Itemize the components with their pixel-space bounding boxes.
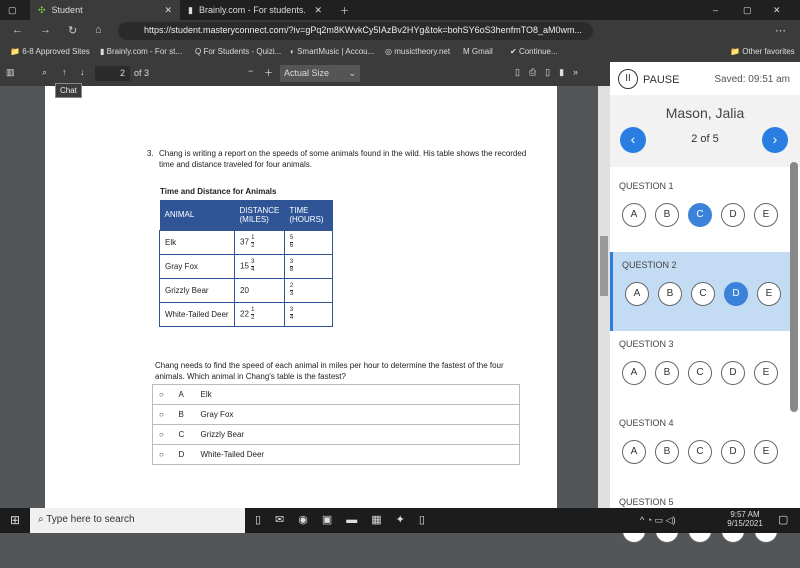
answer-option-c[interactable]: ○ C Grizzly Bear [152, 424, 520, 445]
windows-icon[interactable]: ⊞ [10, 513, 20, 527]
answer-choice-c[interactable]: C [688, 440, 712, 464]
other-favorites[interactable]: 📁 Other favorites [730, 47, 795, 56]
table-row: Elk 37 1256 [159, 229, 334, 255]
table-row: White-Tailed Deer 22 1234 [159, 301, 334, 327]
bookmark[interactable]: ◎ musictheory.net [385, 47, 450, 56]
answer-choice-d[interactable]: D [721, 203, 745, 227]
table-row: Gray Fox 15 3438 [159, 253, 334, 279]
pause-button[interactable]: PAUSE [643, 74, 679, 86]
answer-choice-b[interactable]: B [655, 203, 679, 227]
answer-choice-c[interactable]: C [688, 203, 712, 227]
address-bar-row: ← → ↻ ⌂ https://student.masteryconnect.c… [0, 20, 800, 42]
page-count: of 3 [134, 68, 150, 78]
bookmark[interactable]: 📁 6-8 Approved Sites [10, 47, 90, 56]
answer-choice-d[interactable]: D [721, 361, 745, 385]
radio-button[interactable]: ○ [152, 424, 173, 445]
next-question-button[interactable]: › [762, 127, 788, 153]
table-title: Time and Distance for Animals [160, 187, 277, 196]
answer-choice-d[interactable]: D [724, 282, 748, 306]
bookmark[interactable]: ▮ Brainly.com - For st... [100, 47, 182, 56]
tab-brainly[interactable]: ▮Brainly.com - For students. By st✕ [180, 0, 330, 20]
close-window-button[interactable]: ✕ [765, 0, 789, 20]
radio-button[interactable]: ○ [152, 444, 173, 465]
answer-choice-c[interactable]: C [691, 282, 715, 306]
new-tab-button[interactable]: ＋ [332, 0, 357, 20]
answer-choice-a[interactable]: A [622, 361, 646, 385]
maximize-button[interactable]: ▢ [735, 0, 760, 20]
question-prompt: Chang needs to find the speed of each an… [155, 361, 504, 381]
answer-choice-a[interactable]: A [622, 440, 646, 464]
pause-icon[interactable]: II [618, 69, 638, 89]
more-icon[interactable]: ⋯ [775, 24, 786, 37]
taskbar-search[interactable]: ⌕ Type here to search [30, 508, 245, 533]
taskbar: ⊞ ⌕ Type here to search ▯✉◉▣▬▦✦▯ ^ ◔ ▭ ◁… [0, 508, 800, 533]
answer-choice-b[interactable]: B [655, 440, 679, 464]
question-text: 3. Chang is writing a report on the speed… [147, 149, 527, 169]
zoom-out-icon[interactable]: − [248, 66, 253, 76]
answer-choice-a[interactable]: A [625, 282, 649, 306]
answer-choice-c[interactable]: C [688, 361, 712, 385]
student-name: Mason, Jalia [665, 105, 745, 121]
pdf-toolbar: ▥ ⌕ ↑ ↓ 2 of 3 − ＋ Actual Size ⌄ ▯⎙▯▮» [0, 62, 610, 86]
tab-student[interactable]: ✣ Student ✕ [30, 0, 180, 20]
table-row: Grizzly Bear 20 23 [159, 277, 334, 303]
zoom-select[interactable]: Actual Size ⌄ [280, 65, 360, 82]
close-icon[interactable]: ✕ [164, 5, 172, 16]
sidebar-icon[interactable]: ▥ [6, 67, 15, 78]
chat-tooltip: Chat [55, 83, 82, 98]
clock[interactable]: 9:57 AM 9/15/2021 [720, 510, 770, 528]
panel-scrollbar[interactable] [790, 162, 798, 412]
bookmark[interactable]: ✔ Continue... [510, 47, 558, 56]
refresh-icon[interactable]: ↻ [68, 24, 77, 37]
answer-choice-a[interactable]: A [622, 203, 646, 227]
data-table: ANIMAL DISTANCE (MILES) TIME (HOURS) Elk 37… [159, 200, 334, 327]
tray-icons[interactable]: ^ ◔ ▭ ◁) [640, 515, 676, 526]
answer-choice-e[interactable]: E [757, 282, 781, 306]
search-icon[interactable]: ⌕ [42, 67, 47, 78]
question-4[interactable]: QUESTION 4ABCDE [610, 410, 790, 489]
bookmark[interactable]: M Gmail [463, 47, 493, 56]
answer-choice-e[interactable]: E [754, 361, 778, 385]
answer-options: ○ A Elk ○ B Gray Fox ○ C Grizzly Bear ○ D White-Tai… [152, 384, 520, 465]
pdf-scrollbar[interactable] [598, 86, 610, 508]
tab-bar: ▢ ✣ Student ✕ ▮ Brainly.com - For students.… [0, 0, 800, 20]
brainly-icon: ▮ [188, 4, 193, 15]
radio-button[interactable]: ○ [152, 404, 173, 425]
question-1[interactable]: QUESTION 1ABCDE [610, 173, 790, 252]
next-page-icon[interactable]: ↓ [80, 67, 85, 77]
answer-choice-d[interactable]: D [721, 440, 745, 464]
answer-choice-b[interactable]: B [658, 282, 682, 306]
answer-option-b[interactable]: ○ B Gray Fox [152, 404, 520, 425]
bookmark[interactable]: Q For Students - Quizi... [195, 47, 281, 56]
answer-choice-e[interactable]: E [754, 440, 778, 464]
bookmarks-bar: 📁 6-8 Approved Sites ▮ Brainly.com - For… [0, 42, 800, 62]
question-2[interactable]: QUESTION 2ABCDE [610, 252, 790, 331]
radio-button[interactable]: ○ [152, 384, 173, 405]
url-input[interactable]: https://student.masteryconnect.com/?iv=g… [118, 22, 593, 40]
close-icon[interactable]: ✕ [314, 5, 322, 16]
answer-choice-b[interactable]: B [655, 361, 679, 385]
page-number-input[interactable]: 2 [95, 66, 130, 81]
question-3[interactable]: QUESTION 3ABCDE [610, 331, 790, 410]
saved-status: Saved: 09:51 am [714, 74, 790, 85]
answer-option-a[interactable]: ○ A Elk [152, 384, 520, 405]
tab-actions-icon[interactable]: ▢ [0, 0, 28, 20]
bookmark[interactable]: ◐ SmartMusic | Accou... [290, 47, 374, 56]
zoom-in-icon[interactable]: ＋ [264, 66, 273, 79]
forward-icon[interactable]: → [40, 24, 51, 36]
prev-page-icon[interactable]: ↑ [62, 67, 67, 77]
answer-choice-e[interactable]: E [754, 203, 778, 227]
taskbar-apps-icon[interactable]: ▯✉◉▣▬▦✦▯ [255, 513, 439, 526]
pdf-actions-icon[interactable]: ▯⎙▯▮» [515, 67, 587, 78]
pdf-page: 3. Chang is writing a report on the speed… [45, 86, 557, 508]
app-icon: ✣ [38, 4, 46, 15]
minimize-button[interactable]: – [705, 0, 726, 20]
answer-option-d[interactable]: ○ D White-Tailed Deer [152, 444, 520, 465]
quiz-panel: II PAUSE Saved: 09:51 am Mason, Jalia ‹ … [610, 62, 800, 543]
back-icon[interactable]: ← [12, 24, 23, 36]
notifications-icon[interactable]: ▢ [778, 513, 788, 526]
home-icon[interactable]: ⌂ [95, 24, 102, 36]
